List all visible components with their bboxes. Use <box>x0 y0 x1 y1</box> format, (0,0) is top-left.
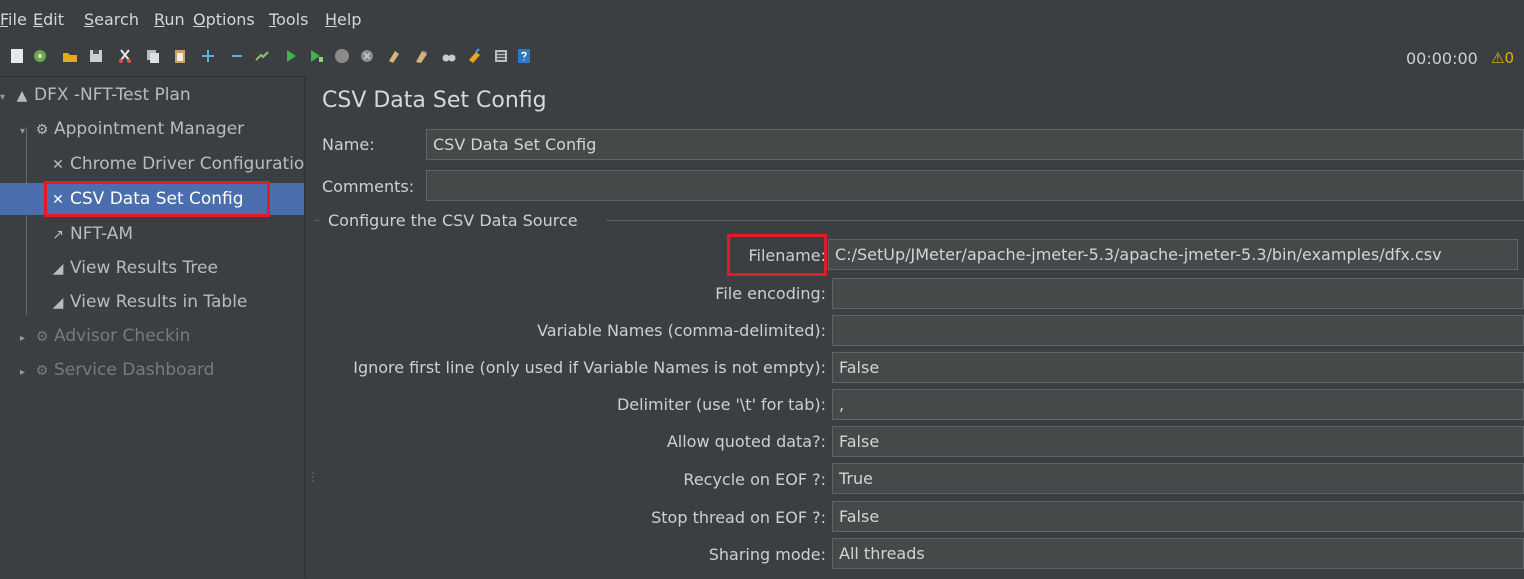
highlight-box <box>727 234 827 276</box>
thread-group-gear-icon: ⚙ <box>35 329 49 345</box>
thread-group-gear-icon: ⚙ <box>35 363 49 379</box>
menu-file[interactable]: File <box>0 10 27 29</box>
tree-node-label: Service Dashboard <box>54 360 215 380</box>
tree-node-service-dashboard[interactable]: ▸ ⚙ Service Dashboard <box>20 354 214 386</box>
tree-node-chrome-driver-config[interactable]: ✕ Chrome Driver Configuratio <box>50 148 304 180</box>
delimiter-label: Delimiter (use '\t' for tab): <box>616 395 826 414</box>
name-input[interactable] <box>426 129 1524 160</box>
test-plan-icon: ▲ <box>16 88 28 104</box>
toggle-icon[interactable] <box>254 48 270 64</box>
listener-chart-icon: ◢ <box>52 295 64 311</box>
ignore-first-line-label: Ignore first line (only used if Variable… <box>353 358 826 377</box>
sampler-pen-icon: ↗ <box>52 227 64 243</box>
shutdown-icon[interactable] <box>359 48 375 64</box>
tree-node-advisor-checkin[interactable]: ▸ ⚙ Advisor Checkin <box>20 320 190 352</box>
recycle-on-eof-select[interactable]: True <box>832 463 1524 494</box>
stop-thread-on-eof-select[interactable]: False <box>832 501 1524 532</box>
tree-node-label: View Results in Table <box>70 292 248 312</box>
expand-arrow-icon[interactable]: ▸ <box>20 323 34 355</box>
stop-thread-on-eof-label: Stop thread on EOF ?: <box>651 508 826 527</box>
start-icon[interactable] <box>283 48 299 64</box>
paste-icon[interactable] <box>172 48 188 64</box>
tree-node-label: Appointment Manager <box>54 119 245 139</box>
thread-group-gear-icon: ⚙ <box>35 122 49 138</box>
tree-node-label: Advisor Checkin <box>54 326 191 346</box>
toolbar: 00:00:00 ⚠0 <box>0 40 1524 76</box>
section-border <box>606 220 1524 221</box>
clear-icon[interactable] <box>386 48 402 64</box>
listener-chart-icon: ◢ <box>52 261 64 277</box>
tree-node-test-plan[interactable]: ▾ ▲ DFX -NFT-Test Plan <box>0 79 191 111</box>
test-plan-tree: ▾ ▲ DFX -NFT-Test Plan ▾ ⚙ Appointment Manag… <box>0 76 304 579</box>
search-icon[interactable] <box>441 48 457 64</box>
menu-edit[interactable]: Edit <box>33 10 64 29</box>
variable-names-label: Variable Names (comma-delimited): <box>537 321 826 340</box>
cut-icon[interactable] <box>117 48 133 64</box>
config-tools-icon: ✕ <box>52 157 64 173</box>
page-title: CSV Data Set Config <box>322 88 547 113</box>
menu-bar: File Edit Search Run Options Tools Help <box>0 0 1524 40</box>
save-icon[interactable] <box>88 48 104 64</box>
open-icon[interactable] <box>62 48 78 64</box>
function-helper-icon[interactable] <box>493 48 509 64</box>
templates-icon[interactable] <box>32 48 48 64</box>
start-no-pauses-icon[interactable] <box>308 48 324 64</box>
highlight-box <box>44 181 270 217</box>
menu-help[interactable]: Help <box>325 10 361 29</box>
elapsed-timer: 00:00:00 <box>1406 49 1478 68</box>
menu-search[interactable]: Search <box>84 10 139 29</box>
section-border <box>314 220 320 221</box>
variable-names-input[interactable] <box>832 315 1524 346</box>
tree-guide-line <box>26 127 27 315</box>
ignore-first-line-select[interactable]: False <box>832 352 1524 383</box>
recycle-on-eof-label: Recycle on EOF ?: <box>683 470 826 489</box>
reset-search-icon[interactable] <box>467 48 483 64</box>
menu-options[interactable]: Options <box>193 10 255 29</box>
stop-icon[interactable] <box>334 48 350 64</box>
copy-icon[interactable] <box>145 48 161 64</box>
collapse-arrow-icon[interactable]: ▾ <box>20 116 34 148</box>
tree-node-label: Chrome Driver Configuratio <box>70 154 304 174</box>
clear-all-icon[interactable] <box>414 48 430 64</box>
allow-quoted-data-select[interactable]: False <box>832 426 1524 457</box>
warning-count: 0 <box>1504 49 1514 67</box>
sharing-mode-select[interactable]: All threads <box>832 538 1524 569</box>
tree-node-label: View Results Tree <box>70 258 218 278</box>
allow-quoted-data-label: Allow quoted data?: <box>666 432 826 451</box>
new-icon[interactable] <box>9 48 25 64</box>
tree-node-view-results-tree[interactable]: ◢ View Results Tree <box>50 252 218 284</box>
warning-counter[interactable]: ⚠0 <box>1491 49 1514 67</box>
file-encoding-label: File encoding: <box>715 284 826 303</box>
sharing-mode-label: Sharing mode: <box>708 545 826 564</box>
menu-run[interactable]: Run <box>154 10 185 29</box>
file-encoding-input[interactable] <box>832 278 1524 309</box>
tree-node-label: NFT-AM <box>70 224 134 244</box>
menu-tools[interactable]: Tools <box>269 10 308 29</box>
tree-node-nft-am[interactable]: ↗ NFT-AM <box>50 218 133 250</box>
filename-input[interactable] <box>828 239 1518 270</box>
expand-icon[interactable] <box>200 48 216 64</box>
collapse-icon[interactable] <box>229 48 245 64</box>
tree-node-appointment-manager[interactable]: ▾ ⚙ Appointment Manager <box>20 113 244 145</box>
tree-node-view-results-table[interactable]: ◢ View Results in Table <box>50 286 248 318</box>
name-label: Name: <box>322 135 375 154</box>
section-title: Configure the CSV Data Source <box>328 211 578 230</box>
config-panel: CSV Data Set Config Name: Comments: Conf… <box>306 76 1524 578</box>
comments-label: Comments: <box>322 177 415 196</box>
delimiter-input[interactable] <box>832 389 1524 420</box>
comments-input[interactable] <box>426 170 1524 201</box>
help-icon[interactable] <box>516 48 532 64</box>
expand-arrow-icon[interactable]: ▸ <box>20 357 34 389</box>
tree-node-label: DFX -NFT-Test Plan <box>34 85 191 105</box>
collapse-arrow-icon[interactable]: ▾ <box>0 82 14 114</box>
